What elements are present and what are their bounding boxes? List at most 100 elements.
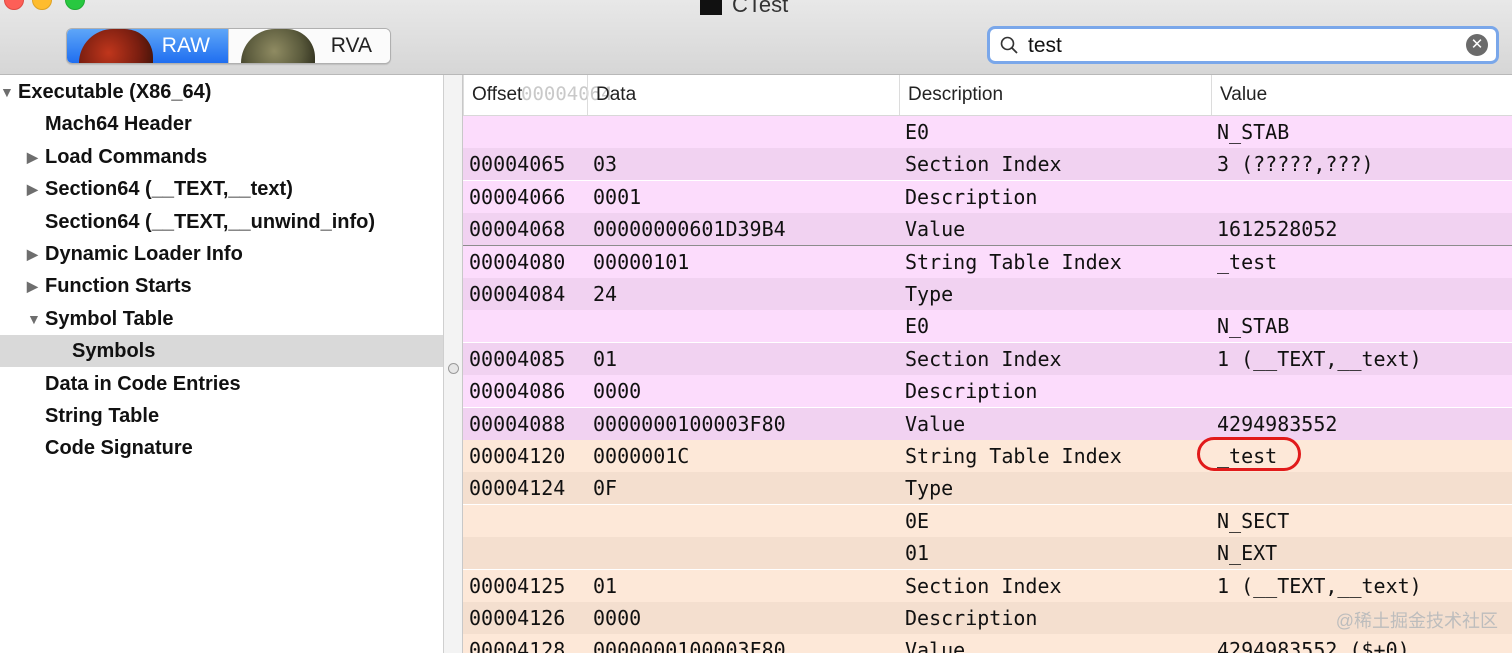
description-cell: Section Index <box>905 152 1062 177</box>
table-row[interactable]: 00004080 00000101 String Table Index _test <box>463 245 1512 278</box>
column-header-value[interactable]: Value <box>1211 75 1512 115</box>
description-cell: Type <box>905 476 954 501</box>
sidebar-item-label: Section64 (__TEXT,__text) <box>45 178 293 201</box>
offset-cell: 00004125 <box>469 573 566 598</box>
symbols-table: 00004064 Offset Data Description Value E… <box>463 75 1512 653</box>
toolbar: CTest RAW RVA ✕ <box>0 0 1512 75</box>
value-cell: 1612528052 <box>1217 217 1338 242</box>
column-header-data[interactable]: Data <box>587 75 899 115</box>
table-row[interactable]: 0E N_SECT <box>463 504 1512 537</box>
description-cell: Description <box>905 184 1038 209</box>
sidebar-item-label: String Table <box>45 405 160 427</box>
rva-mode-icon <box>241 29 315 63</box>
sidebar-item-label: Symbols <box>72 340 156 363</box>
table-row[interactable]: 00004125 01 Section Index 1 (__TEXT,__text) <box>463 569 1512 602</box>
data-cell: 03 <box>593 152 618 177</box>
data-cell: 0000000100003F80 <box>593 638 786 653</box>
description-cell: String Table Index <box>905 249 1122 274</box>
offset-cell: 00004085 <box>469 346 566 371</box>
disclosure-collapsed-icon[interactable]: ▶ <box>27 238 38 270</box>
description-cell: Value <box>905 638 966 653</box>
divider-handle[interactable] <box>448 363 459 374</box>
sidebar-item[interactable]: ▶ Function Starts <box>0 270 443 302</box>
search-icon <box>1000 36 1018 54</box>
minimize-window-button[interactable] <box>32 0 52 10</box>
split-view-divider[interactable] <box>444 75 463 653</box>
offset-cell: 00004068 <box>469 217 566 242</box>
watermark: @稀土掘金技术社区 <box>1335 611 1498 631</box>
raw-mode-button[interactable]: RAW <box>67 29 228 63</box>
column-header-description[interactable]: Description <box>899 75 1211 115</box>
search-field[interactable]: ✕ <box>987 26 1499 64</box>
sidebar-item[interactable]: Section64 (__TEXT,__unwind_info) <box>0 206 443 238</box>
zoom-window-button[interactable] <box>65 0 85 10</box>
offset-cell: 00004088 <box>469 411 566 436</box>
data-cell: 01 <box>593 573 618 598</box>
offset-cell: 00004065 <box>469 152 566 177</box>
data-cell: 24 <box>593 282 618 306</box>
table-row[interactable]: 00004085 01 Section Index 1 (__TEXT,__text) <box>463 342 1512 375</box>
sidebar-item[interactable]: Mach64 Header <box>0 108 443 140</box>
table-row[interactable]: 00004088 0000000100003F80 Value 4294983552 <box>463 407 1512 441</box>
offset-cell: 00004126 <box>469 606 566 630</box>
data-cell: 01 <box>593 346 618 371</box>
table-row[interactable]: E0 N_STAB <box>463 116 1512 148</box>
sidebar-item-label: Data in Code Entries <box>45 372 241 395</box>
clear-search-icon[interactable]: ✕ <box>1466 34 1488 56</box>
column-header-offset[interactable]: Offset <box>463 75 587 115</box>
table-row[interactable]: 01 N_EXT <box>463 537 1512 570</box>
table-row[interactable]: 00004086 0000 Description <box>463 375 1512 408</box>
data-cell: 0000 <box>593 379 642 404</box>
sidebar-item-label: Section64 (__TEXT,__unwind_info) <box>45 210 376 233</box>
sidebar-item[interactable]: String Table <box>0 400 443 432</box>
search-input[interactable] <box>1026 31 1450 61</box>
value-cell: 1 (__TEXT,__text) <box>1217 573 1422 598</box>
disclosure-expanded-icon[interactable]: ▼ <box>0 76 14 108</box>
data-cell: 00000101 <box>593 249 690 274</box>
value-cell: _test <box>1217 444 1278 468</box>
table-row[interactable]: 00004128 0000000100003F80 Value 4294983552 … <box>463 634 1512 653</box>
sidebar-item[interactable]: Symbols <box>0 335 443 368</box>
sidebar-item[interactable]: ▼ Symbol Table <box>0 303 443 335</box>
sidebar-item[interactable]: ▶ Dynamic Loader Info <box>0 238 443 270</box>
sidebar-item[interactable]: Data in Code Entries <box>0 368 443 400</box>
data-cell: 00000000601D39B4 <box>593 217 786 242</box>
rva-mode-button[interactable]: RVA <box>228 29 390 63</box>
table-row[interactable]: 00004124 0F Type <box>463 472 1512 505</box>
sidebar-item-label: Executable (X86_64) <box>18 81 212 103</box>
table-row[interactable]: 00004084 24 Type <box>463 278 1512 310</box>
table-row[interactable]: 00004066 0001 Description <box>463 180 1512 213</box>
offset-cell: 00004084 <box>469 282 566 306</box>
description-cell: 01 <box>905 541 930 566</box>
sidebar-item[interactable]: ▼ Executable (X86_64) <box>0 76 443 108</box>
description-cell: Description <box>905 379 1038 404</box>
sidebar-item-label: Load Commands <box>45 145 208 168</box>
description-cell: Description <box>905 606 1038 630</box>
sidebar-item-label: Dynamic Loader Info <box>45 243 243 265</box>
close-window-button[interactable] <box>4 0 24 10</box>
description-cell: String Table Index <box>905 444 1122 468</box>
disclosure-collapsed-icon[interactable]: ▶ <box>27 141 38 173</box>
window-title: CTest <box>700 0 788 18</box>
table-row[interactable]: 00004065 03 Section Index 3 (?????,???) <box>463 148 1512 181</box>
disclosure-collapsed-icon[interactable]: ▶ <box>27 270 38 302</box>
description-cell: 0E <box>905 508 930 533</box>
document-icon <box>700 0 722 16</box>
sidebar-item[interactable]: Code Signature <box>0 432 443 464</box>
description-cell: Section Index <box>905 346 1062 371</box>
value-cell: N_STAB <box>1217 314 1290 339</box>
table-row[interactable]: 00004068 00000000601D39B4 Value 1612528052 <box>463 213 1512 247</box>
offset-cell: 00004066 <box>469 184 566 209</box>
offset-cell: 00004120 <box>469 444 566 468</box>
table-row[interactable]: 00004120 0000001C String Table Index _test <box>463 440 1512 472</box>
sidebar-item[interactable]: ▶ Load Commands <box>0 141 443 173</box>
description-cell: E0 <box>905 120 930 144</box>
table-row[interactable]: E0 N_STAB <box>463 310 1512 343</box>
disclosure-expanded-icon[interactable]: ▼ <box>27 303 41 335</box>
description-cell: E0 <box>905 314 930 339</box>
sidebar-item[interactable]: ▶ Section64 (__TEXT,__text) <box>0 173 443 205</box>
value-cell: 1 (__TEXT,__text) <box>1217 346 1422 371</box>
offset-cell: 00004128 <box>469 638 566 653</box>
disclosure-collapsed-icon[interactable]: ▶ <box>27 173 38 205</box>
offset-cell: 00004080 <box>469 249 566 274</box>
